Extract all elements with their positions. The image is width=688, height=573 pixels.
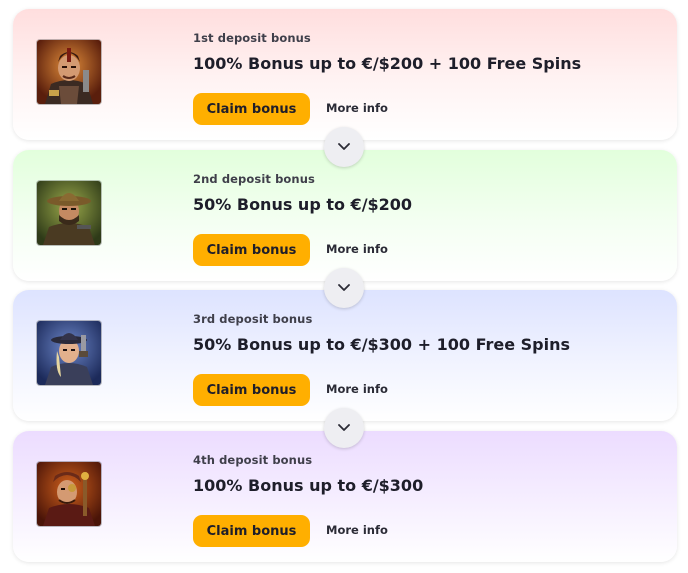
more-info-link[interactable]: More info <box>326 242 388 256</box>
chevron-down-icon <box>338 424 350 431</box>
more-info-link[interactable]: More info <box>326 101 388 115</box>
bonus-label: 2nd deposit bonus <box>193 172 315 186</box>
bonus-label: 4th deposit bonus <box>193 453 313 467</box>
more-info-link[interactable]: More info <box>326 523 388 537</box>
bonus-title: 100% Bonus up to €/$200 + 100 Free Spins <box>193 54 582 73</box>
card-background <box>13 431 677 562</box>
bonus-label: 1st deposit bonus <box>193 31 311 45</box>
claim-bonus-button[interactable]: Claim bonus <box>193 234 310 266</box>
more-info-link[interactable]: More info <box>326 382 388 396</box>
expand-chevron-button[interactable] <box>324 408 364 448</box>
claim-bonus-button[interactable]: Claim bonus <box>193 93 310 125</box>
expand-chevron-button[interactable] <box>324 268 364 308</box>
bonus-title: 50% Bonus up to €/$300 + 100 Free Spins <box>193 335 571 354</box>
warrior-character-icon <box>37 40 101 104</box>
bonus-title: 100% Bonus up to €/$300 <box>193 476 424 495</box>
bonus-card-1: 1st deposit bonus 100% Bonus up to €/$20… <box>13 9 677 167</box>
chevron-down-icon <box>338 143 350 150</box>
bonus-title: 50% Bonus up to €/$200 <box>193 195 413 214</box>
card-background <box>13 9 677 140</box>
card-background <box>13 150 677 281</box>
claim-bonus-button[interactable]: Claim bonus <box>193 374 310 406</box>
chevron-down-icon <box>338 284 350 291</box>
bonus-card-2: 2nd deposit bonus 50% Bonus up to €/$200… <box>13 150 677 308</box>
card-background <box>13 290 677 421</box>
claim-bonus-button[interactable]: Claim bonus <box>193 515 310 547</box>
pirate-character-icon <box>37 462 101 526</box>
expand-chevron-button[interactable] <box>324 127 364 167</box>
bonus-card-4: 4th deposit bonus 100% Bonus up to €/$30… <box>13 431 677 562</box>
bonus-card-3: 3rd deposit bonus 50% Bonus up to €/$300… <box>13 290 677 448</box>
cowboy-character-icon <box>37 181 101 245</box>
bonus-label: 3rd deposit bonus <box>193 312 313 326</box>
gunslinger-character-icon <box>37 321 101 385</box>
